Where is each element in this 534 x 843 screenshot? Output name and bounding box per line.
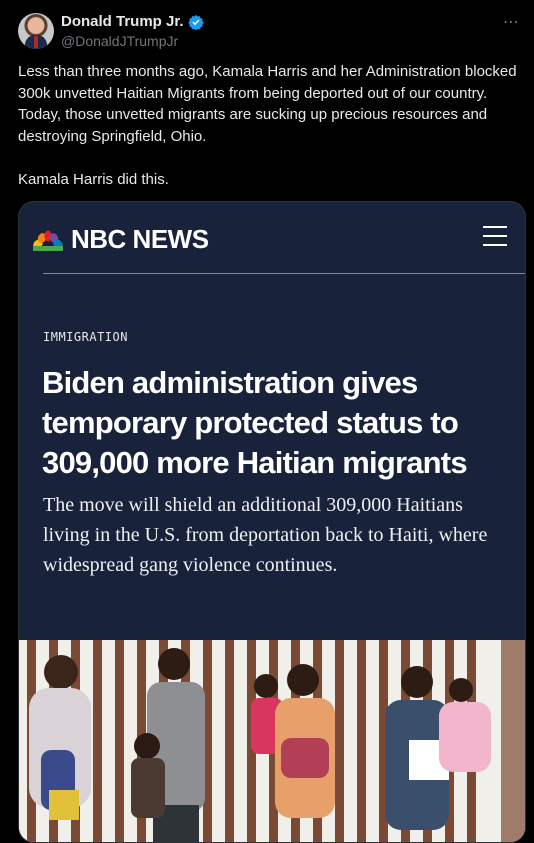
more-dots-icon[interactable]: ⋯ bbox=[503, 12, 520, 32]
peacock-icon bbox=[33, 230, 63, 251]
header-divider bbox=[43, 273, 525, 274]
avatar[interactable] bbox=[18, 13, 54, 49]
article-photo bbox=[19, 640, 525, 842]
hamburger-menu-icon[interactable] bbox=[483, 226, 507, 246]
avatar-tie bbox=[34, 36, 38, 48]
tweet-paragraph: Less than three months ago, Kamala Harri… bbox=[18, 63, 517, 145]
author-handle[interactable]: @DonaldJTrumpJr bbox=[61, 33, 178, 49]
nbc-logo: NBC NEWS bbox=[31, 224, 209, 255]
nbc-wordmark: NBC NEWS bbox=[71, 224, 209, 254]
article-dek: The move will shield an additional 309,0… bbox=[43, 494, 488, 576]
article-category: IMMIGRATION bbox=[43, 330, 128, 344]
tweet: Donald Trump Jr. @DonaldJTrumpJr ⋯ Less … bbox=[0, 0, 534, 843]
display-name[interactable]: Donald Trump Jr. bbox=[61, 13, 184, 30]
child-small bbox=[131, 733, 165, 818]
author-name-row[interactable]: Donald Trump Jr. bbox=[61, 13, 204, 30]
nbc-header: NBC NEWS bbox=[19, 202, 525, 274]
media-card[interactable]: NBC NEWS IMMIGRATION Biden administratio… bbox=[18, 201, 526, 843]
verified-badge-icon bbox=[187, 14, 204, 30]
tweet-paragraph: Kamala Harris did this. bbox=[18, 170, 169, 188]
tweet-text: Less than three months ago, Kamala Harri… bbox=[18, 61, 523, 190]
article-headline: Biden administration gives temporary pro… bbox=[42, 365, 468, 480]
